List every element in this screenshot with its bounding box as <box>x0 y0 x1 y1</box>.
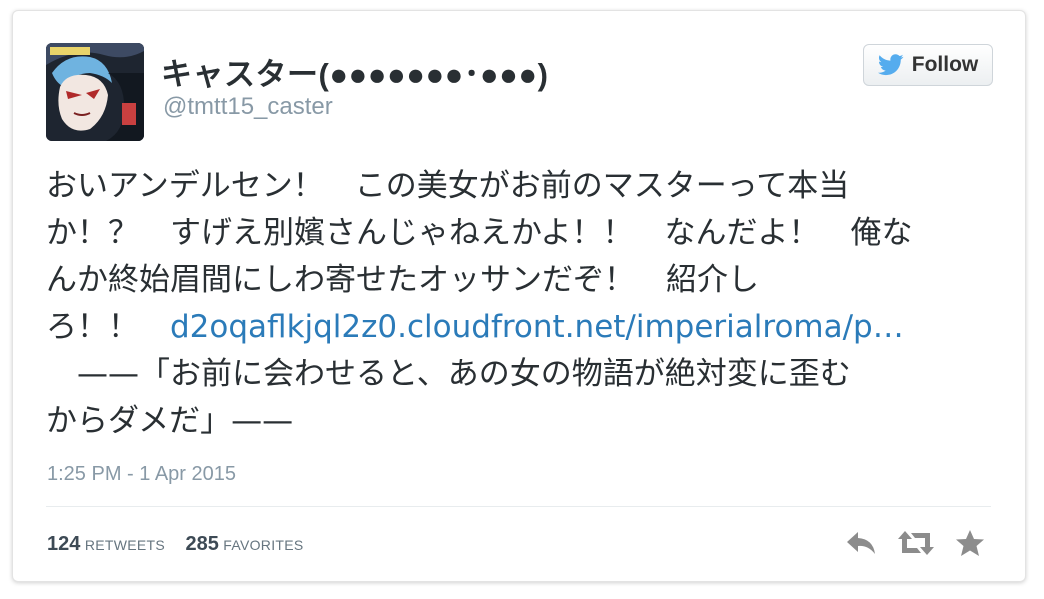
tweet-actions <box>845 529 985 557</box>
tweet-text-line: ——「お前に会わせると、あの女の物語が絶対変に歪む <box>46 356 851 392</box>
retweets-label[interactable]: RETWEETS <box>85 537 165 553</box>
twitter-bird-icon <box>877 54 904 76</box>
retweets-count[interactable]: 124 <box>47 533 80 555</box>
display-name[interactable]: キャスター(●●●●●●●･●●●) <box>161 49 548 94</box>
tweet-text-line: おいアンデルセン！ この美女がお前のマスターって本当 <box>46 168 850 204</box>
tweet-text-line: ろ！！ d2oqaflkjql2z0.cloudfront.net/imperi… <box>46 304 1006 351</box>
user-avatar[interactable] <box>46 43 144 141</box>
favorites-count[interactable]: 285 <box>185 533 218 555</box>
follow-button-label: Follow <box>911 53 979 76</box>
character-avatar-icon <box>46 43 144 141</box>
tweet-text-line: からダメだ」—— <box>46 403 294 439</box>
retweet-icon[interactable] <box>897 529 935 557</box>
tweet-text: おいアンデルセン！ この美女がお前のマスターって本当 か！？ すげえ別嬪さんじゃ… <box>46 163 1006 445</box>
reply-icon[interactable] <box>845 529 877 557</box>
divider <box>46 506 991 507</box>
tweet-timestamp[interactable]: 1:25 PM - 1 Apr 2015 <box>47 463 236 486</box>
star-icon[interactable] <box>955 529 985 557</box>
embedded-tweet-card: キャスター(●●●●●●●･●●●) @tmtt15_caster Follow… <box>12 10 1026 582</box>
tweet-text-line: んか終始眉間にしわ寄せたオッサンだぞ！ 紹介し <box>46 262 759 298</box>
tweet-text-fragment: ろ！！ <box>46 309 170 345</box>
tweet-stats: 124 RETWEETS 285 FAVORITES <box>47 533 320 556</box>
user-handle[interactable]: @tmtt15_caster <box>163 93 333 121</box>
tweet-link[interactable]: d2oqaflkjql2z0.cloudfront.net/imperialro… <box>170 309 904 345</box>
follow-button[interactable]: Follow <box>863 44 993 86</box>
tweet-text-line: か！？ すげえ別嬪さんじゃねえかよ！！ なんだよ！ 俺な <box>46 215 913 251</box>
favorites-label[interactable]: FAVORITES <box>223 537 303 553</box>
